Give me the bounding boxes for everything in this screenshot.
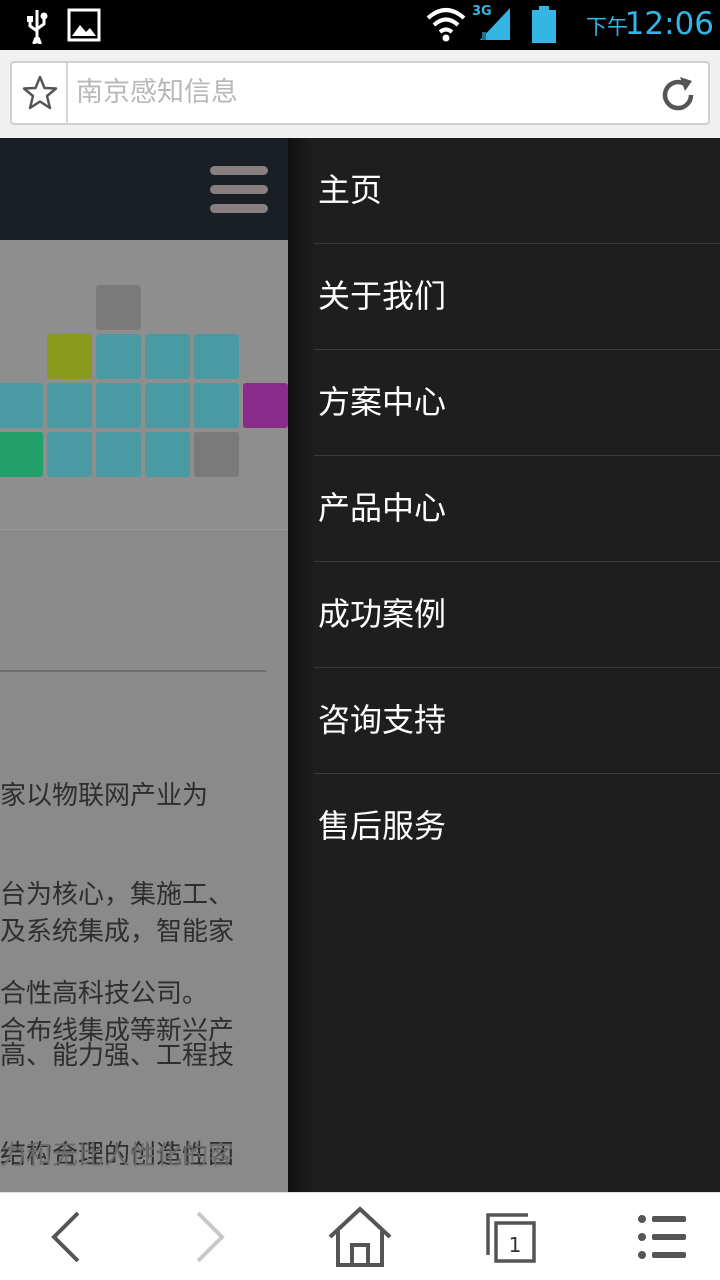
banner-tile [243,383,288,428]
site-banner [0,240,288,530]
menu-item-label: 售后服务 [318,807,447,845]
web-page-content[interactable]: 家以物联网产业为 台为核心，集施工、 合性高科技公司。 及系统集成，智能家 合布… [0,138,288,1192]
back-icon[interactable] [26,1203,106,1271]
paragraph-line: 高、能力强、工程技 [0,1041,235,1071]
menu-item-label: 产品中心 [318,489,447,527]
site-menu-icon[interactable] [210,164,268,214]
content-divider [0,670,266,672]
menu-item-label: 成功案例 [318,595,447,633]
menu-item-home[interactable]: 主页 [288,138,720,244]
forward-icon[interactable] [170,1203,250,1271]
menu-item-about[interactable]: 关于我们 [288,244,720,350]
paragraph-line: 力和无比人性化的客 [0,1141,235,1171]
site-header [0,138,288,240]
banner-tile [0,432,43,477]
drawer-shadow [288,138,314,1192]
menu-item-products[interactable]: 产品中心 [288,456,720,562]
banner-tile [145,432,190,477]
menu-item-label: 咨询支持 [318,701,447,739]
url-text[interactable]: 南京感知信息 [76,75,238,111]
tabs-count: 1 [508,1233,522,1257]
menu-item-label: 关于我们 [318,277,447,315]
browser-toolbar: 1 [0,1192,720,1280]
menu-item-label: 主页 [318,171,383,209]
banner-tile [47,432,92,477]
menu-item-support[interactable]: 咨询支持 [288,668,720,774]
menu-item-solutions[interactable]: 方案中心 [288,350,720,456]
menu-item-cases[interactable]: 成功案例 [288,562,720,668]
status-ampm: 下午 [586,15,628,39]
menu-item-label: 方案中心 [318,383,447,421]
star-icon [22,75,58,110]
banner-tile [145,383,190,428]
banner-tile [0,383,43,428]
address-bar: 南京感知信息 [0,50,720,138]
banner-tile [47,334,92,379]
banner-tile [145,334,190,379]
signal-icon [480,8,510,40]
banner-tile [96,432,141,477]
wifi-icon [426,8,466,42]
banner-tile [96,383,141,428]
paragraph-line: 家以物联网产业为 [0,781,209,811]
menu-icon[interactable] [622,1203,702,1271]
banner-tile [194,383,239,428]
url-field[interactable]: 南京感知信息 [10,61,710,125]
banner-tile [194,334,239,379]
service-paragraph: 力和无比人性化的客 [0,1074,288,1192]
status-bar: 3G 下午 12:06 [0,0,720,50]
banner-tile [96,285,141,330]
banner-tile [47,383,92,428]
home-icon[interactable] [320,1203,400,1271]
banner-tile [194,432,239,477]
tabs-button[interactable]: 1 [474,1203,554,1271]
bookmark-button[interactable] [12,63,68,123]
battery-icon [532,6,556,43]
banner-tile [96,334,141,379]
status-time: 12:06 [624,6,714,42]
nav-drawer: 主页 关于我们 方案中心 产品中心 成功案例 咨询支持 售后服务 [288,138,720,1192]
reload-icon[interactable] [658,75,698,115]
image-icon [67,8,101,42]
paragraph-line: 及系统集成，智能家 [0,917,235,947]
usb-icon [27,10,48,44]
menu-item-after-sales[interactable]: 售后服务 [288,774,720,880]
